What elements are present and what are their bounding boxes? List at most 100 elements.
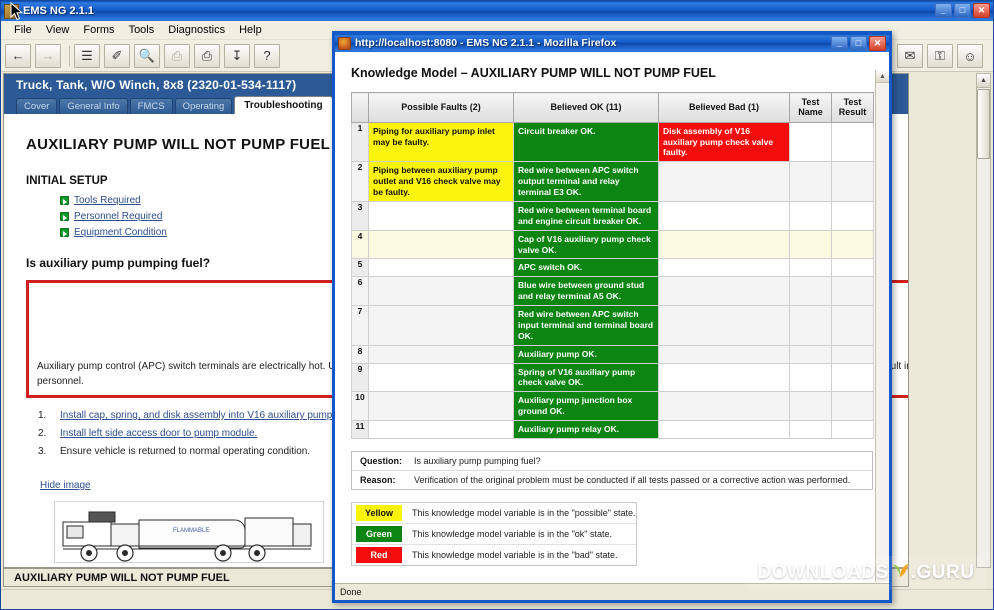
cell-test-result (831, 121, 874, 163)
believed-ok-text: APC switch OK. (514, 259, 658, 277)
help-button[interactable]: ? (254, 43, 280, 68)
table-header-row: Possible Faults (2) Believed OK (11) Bel… (351, 92, 874, 123)
col-believed-bad: Believed Bad (1) (658, 92, 790, 123)
cell-test-result (831, 305, 874, 346)
row-index: 5 (351, 258, 369, 278)
firefox-window-controls: _ □ ✕ (831, 36, 886, 51)
tab-troubleshooting[interactable]: Troubleshooting (234, 96, 333, 114)
scroll-up-arrow-icon[interactable]: ▲ (977, 74, 990, 88)
firefox-minimize-button[interactable]: _ (831, 36, 848, 51)
app-restore-button[interactable]: □ (954, 3, 971, 18)
firefox-restore-button[interactable]: □ (850, 36, 867, 51)
cell-test-name (789, 258, 832, 278)
menu-help[interactable]: Help (232, 22, 269, 38)
scroll-up-arrow-icon[interactable]: ▲ (876, 70, 889, 83)
possible-fault-text: Piping between auxiliary pump outlet and… (369, 162, 513, 201)
firefox-close-button[interactable]: ✕ (869, 36, 886, 51)
legend-key-yellow: Yellow (356, 504, 402, 521)
forward-button[interactable]: → (35, 43, 61, 68)
cell-believed-ok: Auxiliary pump OK. (513, 344, 659, 364)
question-value: Is auxiliary pump pumping fuel? (414, 455, 541, 466)
step-number: 2. (38, 428, 47, 439)
cell-believed-bad (658, 229, 790, 260)
download-button[interactable]: ↧ (224, 43, 250, 68)
step-text: Ensure vehicle is returned to normal ope… (60, 446, 311, 457)
cell-possible-fault (368, 305, 514, 346)
cell-test-result (831, 161, 874, 202)
document-vertical-scrollbar[interactable]: ▲ (976, 73, 991, 568)
pen-button[interactable]: ✐ (104, 43, 130, 68)
cell-believed-bad (658, 258, 790, 278)
believed-ok-text: Red wire between terminal board and engi… (514, 201, 658, 230)
export-button[interactable]: ⎙ (194, 43, 220, 68)
firefox-icon (338, 36, 351, 50)
col-possible-faults: Possible Faults (2) (368, 92, 514, 123)
back-button[interactable]: ← (5, 43, 31, 68)
believed-ok-text: Cap of V16 auxiliary pump check valve OK… (514, 230, 658, 259)
cell-possible-fault (368, 200, 514, 231)
col-test-name: Test Name (789, 92, 832, 123)
believed-bad-text: Disk assembly of V16 auxiliary pump chec… (659, 122, 789, 162)
hide-image-link[interactable]: Hide image (40, 480, 91, 491)
key-button[interactable]: ⚿ (927, 44, 953, 68)
table-row: 2 Piping between auxiliary pump outlet a… (351, 161, 874, 202)
firefox-window: http://localhost:8080 - EMS NG 2.1.1 - M… (332, 31, 892, 603)
cell-test-name (789, 391, 832, 422)
tab-operating[interactable]: Operating (174, 98, 233, 114)
row-index: 11 (351, 420, 369, 439)
step-number: 1. (38, 410, 47, 421)
user-button[interactable]: ☺ (957, 44, 983, 68)
tab-cover[interactable]: Cover (16, 98, 58, 114)
cell-believed-ok: Blue wire between ground stud and relay … (513, 276, 659, 307)
app-close-button[interactable]: ✕ (973, 3, 990, 18)
menu-diagnostics[interactable]: Diagnostics (161, 22, 232, 38)
vehicle-diagram: FLAMMABLE (54, 501, 324, 563)
table-row: 8 Auxiliary pump OK. (351, 344, 874, 364)
document-button[interactable]: ☰ (74, 43, 100, 68)
cell-test-name (789, 344, 832, 364)
believed-ok-text: Spring of V16 auxiliary pump check valve… (514, 363, 658, 392)
cell-believed-ok: Red wire between APC switch output termi… (513, 161, 659, 202)
firefox-vertical-scrollbar[interactable]: ▲ ▼ (875, 70, 889, 582)
menu-tools[interactable]: Tools (122, 22, 162, 38)
cell-test-name (789, 420, 832, 439)
mail-button[interactable]: ✉ (897, 44, 923, 68)
cell-believed-ok: Red wire between terminal board and engi… (513, 200, 659, 231)
believed-ok-text: Blue wire between ground stud and relay … (514, 277, 658, 306)
app-minimize-button[interactable]: _ (935, 3, 952, 18)
state-color-legend: Yellow This knowledge model variable is … (351, 501, 637, 566)
menu-file[interactable]: File (7, 22, 39, 38)
scrollbar-thumb[interactable] (977, 89, 990, 159)
cell-test-result (831, 258, 874, 278)
cell-believed-ok: Spring of V16 auxiliary pump check valve… (513, 362, 659, 393)
setup-link-label: Tools Required (74, 195, 141, 206)
app-icon (4, 3, 19, 19)
question-row: Question: Is auxiliary pump pumping fuel… (352, 452, 872, 471)
binoculars-search-button[interactable]: 🔍 (134, 43, 160, 68)
cell-test-name (789, 200, 832, 231)
menu-view[interactable]: View (39, 22, 77, 38)
knowledge-model-table: Possible Faults (2) Believed OK (11) Bel… (351, 92, 874, 439)
tab-fmcs[interactable]: FMCS (129, 98, 173, 114)
cell-possible-fault (368, 344, 514, 364)
play-bullet-icon (60, 228, 69, 237)
legend-row-green: Green This knowledge model variable is i… (352, 524, 636, 545)
app-title: EMS NG 2.1.1 (23, 5, 94, 17)
cell-believed-bad (658, 391, 790, 422)
menu-forms[interactable]: Forms (76, 22, 121, 38)
tab-general-info[interactable]: General Info (59, 98, 128, 114)
cell-believed-bad (658, 161, 790, 202)
toolbar-separator (69, 45, 70, 66)
row-index: 6 (351, 276, 369, 307)
table-row: 9 Spring of V16 auxiliary pump check val… (351, 362, 874, 393)
setup-link-label: Personnel Required (74, 211, 163, 222)
table-row: 10 Auxiliary pump junction box ground OK… (351, 391, 874, 422)
cell-test-result (831, 229, 874, 260)
col-test-result: Test Result (831, 92, 874, 123)
table-row: 7 Red wire between APC switch input term… (351, 305, 874, 346)
document-header-title: Truck, Tank, W/O Winch, 8x8 (2320-01-534… (16, 78, 297, 92)
step-link[interactable]: Install left side access door to pump mo… (60, 428, 257, 439)
print-button[interactable]: ⎙ (164, 43, 190, 68)
row-index: 8 (351, 344, 369, 364)
truck-illustration-icon: FLAMMABLE (62, 511, 312, 562)
